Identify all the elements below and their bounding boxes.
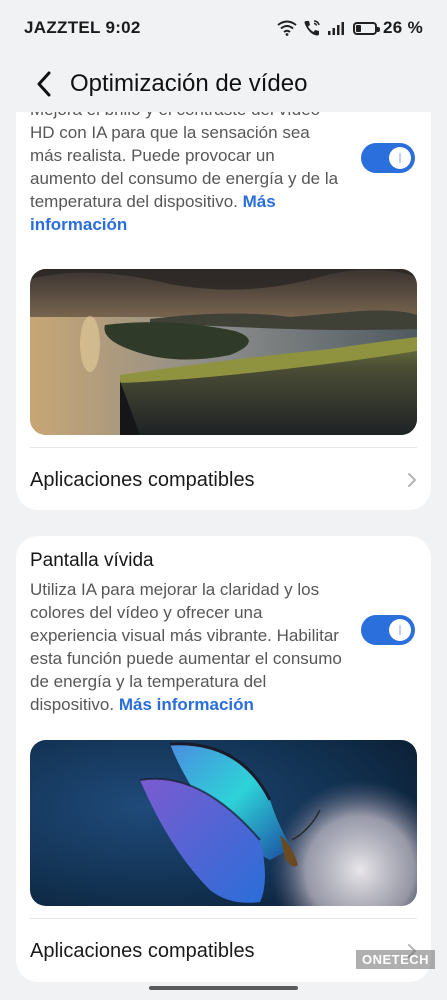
divider bbox=[30, 447, 417, 448]
compatible-apps-label: Aplicaciones compatibles bbox=[30, 468, 255, 491]
vivid-display-toggle[interactable] bbox=[361, 615, 415, 645]
compatible-apps-label: Aplicaciones compatibles bbox=[30, 939, 255, 962]
top-app-bar: Optimización de vídeo bbox=[0, 56, 447, 112]
watermark-logo: ONETECH bbox=[356, 950, 436, 969]
hd-enhancement-toggle[interactable] bbox=[361, 143, 415, 173]
toggle-knob bbox=[389, 147, 411, 169]
battery-percent: 26 % bbox=[383, 18, 423, 37]
vivid-display-description: Utiliza IA para mejorar la claridad y lo… bbox=[30, 578, 342, 716]
battery-level bbox=[356, 24, 362, 32]
vivid-preview-image bbox=[30, 740, 417, 906]
battery-icon bbox=[353, 21, 381, 35]
signal-icon bbox=[327, 21, 347, 35]
chevron-right-icon bbox=[408, 473, 416, 487]
wifi-icon bbox=[277, 20, 297, 36]
more-info-link[interactable]: Más información bbox=[119, 695, 254, 714]
wifi-call-icon bbox=[303, 19, 321, 37]
hd-preview-image bbox=[30, 269, 417, 435]
toggle-knob bbox=[389, 619, 411, 641]
compatible-apps-row[interactable]: Aplicaciones compatibles bbox=[16, 450, 431, 510]
divider bbox=[30, 918, 417, 919]
back-button[interactable] bbox=[32, 69, 56, 99]
hd-enhancement-card: Mejora el brillo y el contraste del víde… bbox=[16, 92, 431, 510]
vivid-display-title: Pantalla vívida bbox=[30, 550, 154, 571]
description-text: Utiliza IA para mejorar la claridad y lo… bbox=[30, 580, 342, 714]
vivid-display-card: Pantalla vívida Utiliza IA para mejorar … bbox=[16, 536, 431, 982]
page-title: Optimización de vídeo bbox=[70, 70, 308, 97]
status-left: JAZZTEL 9:02 bbox=[24, 18, 141, 38]
home-indicator[interactable] bbox=[149, 986, 298, 990]
status-bar: JAZZTEL 9:02 26 % bbox=[0, 0, 447, 56]
status-icons: 26 % bbox=[277, 18, 423, 38]
carrier-name: JAZZTEL bbox=[24, 18, 101, 37]
chevron-left-icon bbox=[37, 71, 51, 97]
clock: 9:02 bbox=[105, 18, 141, 37]
hd-enhancement-description: Mejora el brillo y el contraste del víde… bbox=[30, 98, 342, 236]
